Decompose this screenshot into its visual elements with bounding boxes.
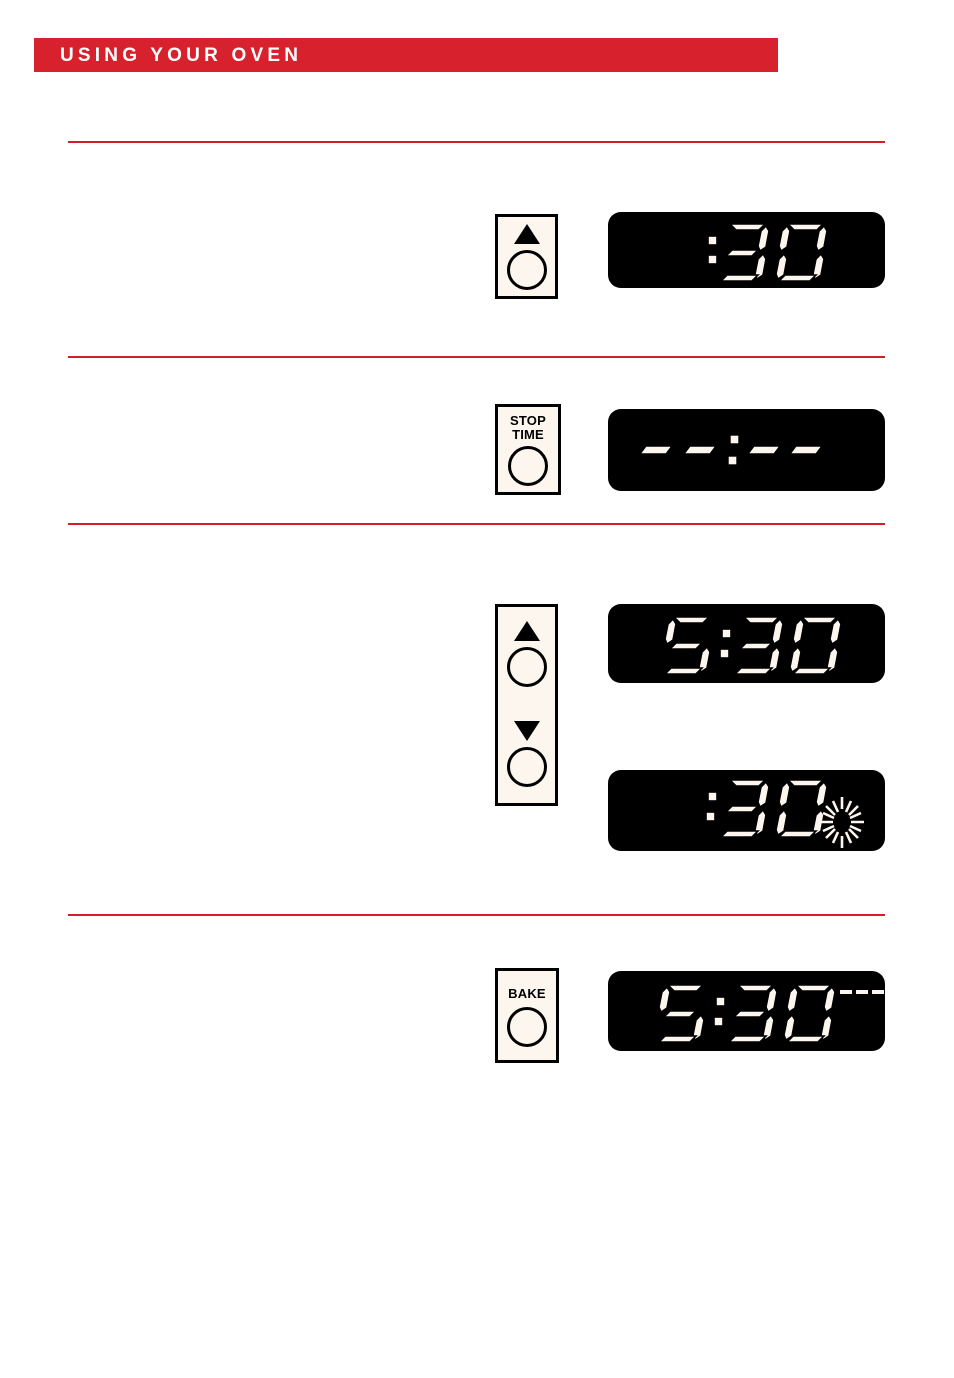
round-button-down-icon[interactable] xyxy=(506,747,547,787)
stop-time-key[interactable]: STOP TIME xyxy=(495,404,561,495)
cook-time-display xyxy=(608,212,885,288)
stop-time-display xyxy=(608,409,885,491)
section-divider-4 xyxy=(68,914,885,916)
round-button-icon[interactable] xyxy=(506,249,547,290)
cook-time-flashing-display-segments xyxy=(705,779,864,848)
starburst-flash-icon xyxy=(820,797,864,848)
stop-time-key-label-line2: TIME xyxy=(512,427,544,443)
up-arrow-key[interactable] xyxy=(495,214,558,299)
page-title: USING YOUR OVEN xyxy=(60,44,303,66)
section-divider-3 xyxy=(68,523,885,525)
stop-time-key-label: STOP TIME xyxy=(510,413,546,443)
stop-time-display-segments xyxy=(638,434,824,466)
bake-temperature-display xyxy=(608,971,885,1051)
bake-key-label: BAKE xyxy=(508,986,546,1001)
page-header-banner: USING YOUR OVEN xyxy=(34,38,778,72)
section-divider-2 xyxy=(68,356,885,358)
round-button-icon[interactable] xyxy=(508,446,548,487)
temperature-placeholder-dashes xyxy=(840,990,884,994)
stop-time-key-label-line1: STOP xyxy=(510,413,546,428)
bake-key[interactable]: BAKE xyxy=(495,968,559,1063)
up-down-arrow-key[interactable] xyxy=(495,604,558,806)
triangle-up-icon xyxy=(513,223,540,244)
bake-temperature-display-segments xyxy=(657,984,884,1043)
triangle-up-icon xyxy=(513,621,540,641)
cook-time-display-segments xyxy=(707,223,828,282)
triangle-down-icon xyxy=(513,721,540,741)
section-divider-1 xyxy=(68,141,885,143)
cook-time-flashing-display xyxy=(608,770,885,851)
round-button-up-icon[interactable] xyxy=(506,647,547,687)
round-button-icon[interactable] xyxy=(507,1007,547,1048)
stop-time-value-display xyxy=(608,604,885,683)
stop-time-value-display-segments xyxy=(663,616,842,675)
